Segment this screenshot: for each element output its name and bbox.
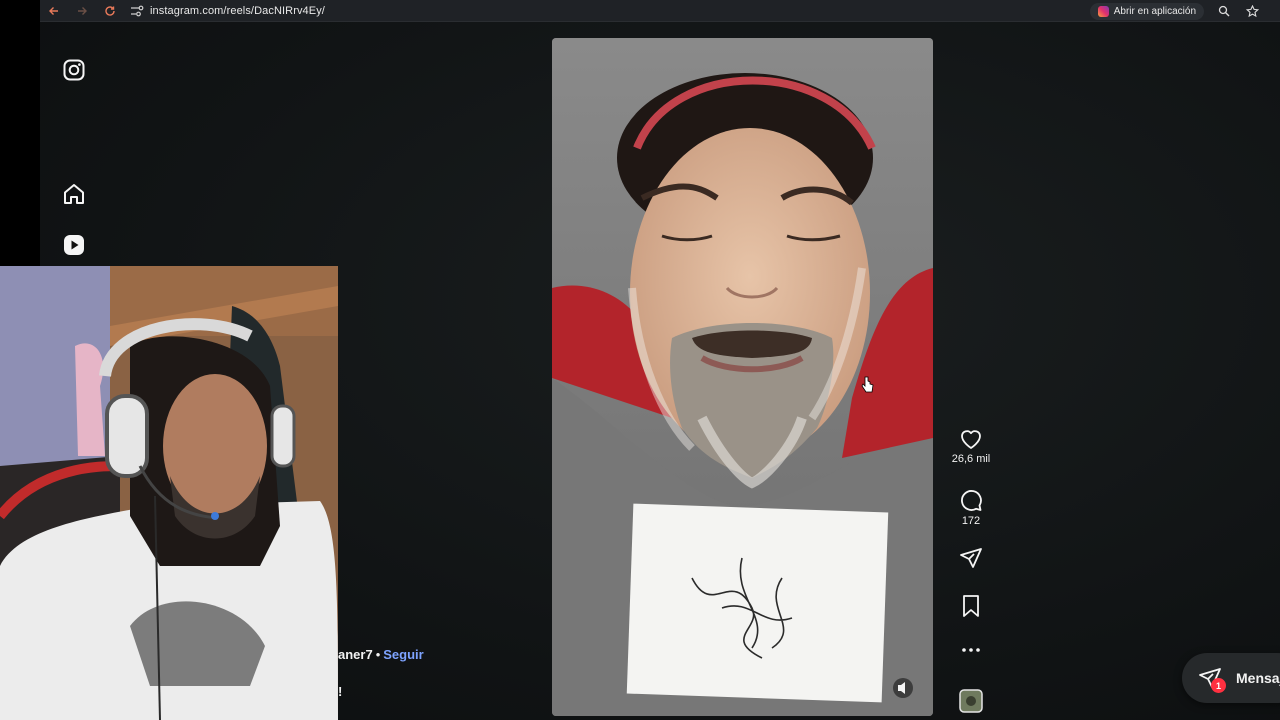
cursor-icon: [861, 376, 874, 393]
screen: instagram.com/reels/DacNIRrv4Ey/ Abrir e…: [0, 0, 1280, 720]
messages-label: Mensaj: [1236, 670, 1280, 686]
reload-button[interactable]: [96, 0, 124, 22]
share-icon[interactable]: [959, 546, 983, 570]
messages-button[interactable]: 1 Mensaj: [1182, 653, 1280, 703]
reel-video-frame: [552, 38, 933, 716]
messages-icon-wrap: 1: [1198, 666, 1226, 693]
star-icon: [1245, 4, 1259, 17]
like-action[interactable]: 26,6 mil: [945, 428, 997, 465]
instagram-app-icon: [1097, 5, 1109, 17]
instagram-logo-button[interactable]: [61, 57, 87, 83]
arrow-left-icon: [49, 6, 58, 15]
toolbar-right: Abrir en aplicación: [1089, 0, 1260, 22]
more-options-action[interactable]: [945, 646, 997, 654]
more-icon[interactable]: [960, 646, 982, 654]
arrow-right-icon: [78, 6, 87, 15]
address-bar[interactable]: instagram.com/reels/DacNIRrv4Ey/: [130, 2, 325, 20]
comment-icon[interactable]: [959, 488, 983, 512]
back-button[interactable]: [40, 0, 68, 22]
instagram-logo-icon: [63, 59, 85, 81]
sidebar-item-reels[interactable]: [61, 232, 87, 258]
webcam-feed: [0, 266, 338, 720]
heart-icon[interactable]: [959, 428, 983, 450]
url-text[interactable]: instagram.com/reels/DacNIRrv4Ey/: [150, 5, 325, 17]
comment-action[interactable]: 172: [945, 488, 997, 527]
reel-video[interactable]: [552, 38, 933, 716]
open-app-label: Abrir en aplicación: [1113, 5, 1196, 17]
unread-badge: 1: [1211, 678, 1226, 693]
author-username[interactable]: aner7: [338, 647, 373, 662]
comment-count: 172: [961, 515, 981, 527]
home-icon: [64, 184, 84, 204]
browser-toolbar: instagram.com/reels/DacNIRrv4Ey/ Abrir e…: [40, 0, 1280, 22]
zoom-button[interactable]: [1216, 3, 1232, 19]
bookmark-star-button[interactable]: [1244, 3, 1260, 19]
share-action[interactable]: [945, 546, 997, 570]
separator-dot: •: [375, 647, 381, 662]
follow-button[interactable]: Seguir: [383, 647, 423, 662]
magnifier-icon: [1218, 5, 1230, 17]
bookmark-icon[interactable]: [960, 594, 982, 618]
reel-caption: !: [338, 684, 343, 699]
site-settings-icon[interactable]: [130, 5, 144, 17]
audio-thumbnail[interactable]: [945, 689, 997, 713]
audio-cover-icon[interactable]: [959, 689, 983, 713]
sidebar-item-home[interactable]: [61, 181, 87, 207]
reel-author[interactable]: aner7 • Seguir: [338, 647, 424, 662]
webcam-overlay: [0, 266, 338, 720]
reload-icon: [105, 5, 115, 16]
open-app-button[interactable]: Abrir en aplicación: [1089, 2, 1204, 20]
save-action[interactable]: [945, 594, 997, 618]
forward-button[interactable]: [68, 0, 96, 22]
like-count: 26,6 mil: [951, 453, 991, 465]
reels-icon: [64, 235, 84, 255]
